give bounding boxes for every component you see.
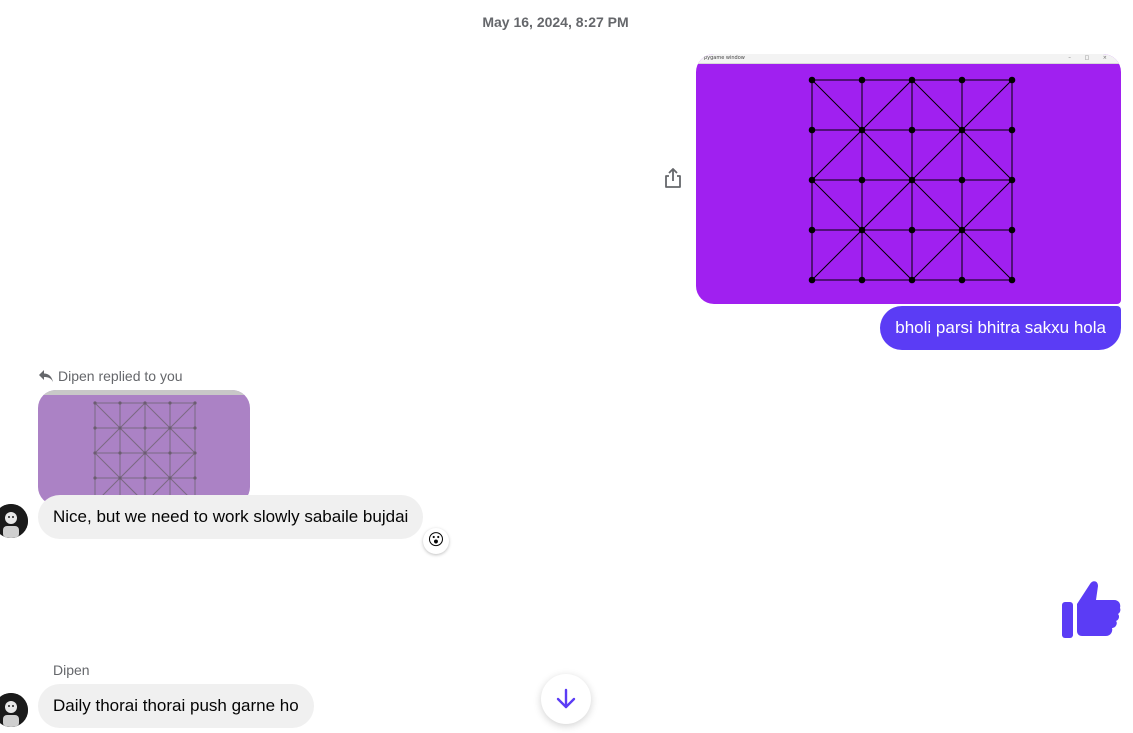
board-diagonal	[911, 129, 963, 181]
arrow-down-icon	[556, 688, 576, 709]
board-diagonal	[911, 79, 963, 131]
board-point	[93, 426, 97, 430]
board-point	[858, 76, 866, 84]
board-point	[908, 126, 916, 134]
board-diagonal	[94, 402, 121, 429]
reply-label-text: Dipen replied to you	[58, 368, 183, 384]
board-point	[193, 451, 197, 455]
board-point	[808, 226, 816, 234]
board-diagonal	[169, 427, 196, 454]
board-point	[143, 451, 147, 455]
board-point	[858, 126, 866, 134]
sent-message-bubble[interactable]: bholi parsi bhitra sakxu hola	[880, 306, 1121, 350]
board-point	[958, 276, 966, 284]
board-point	[808, 76, 816, 84]
reply-arrow-icon	[39, 370, 53, 382]
board-diagonal	[811, 79, 863, 131]
conversation-timestamp: May 16, 2024, 8:27 PM	[482, 14, 629, 30]
scroll-to-bottom-button[interactable]	[541, 674, 591, 724]
board-point	[958, 76, 966, 84]
board-point	[808, 176, 816, 184]
avatar-image	[0, 504, 28, 538]
board-diagonal	[94, 427, 121, 454]
board-point	[93, 451, 97, 455]
board-point	[1008, 76, 1016, 84]
share-icon	[665, 168, 681, 188]
board-point	[1008, 226, 1016, 234]
board-diagonal	[961, 179, 1013, 231]
board-point	[958, 176, 966, 184]
game-board-image	[808, 76, 1016, 284]
board-point	[958, 226, 966, 234]
board-diagonal	[961, 79, 1013, 131]
board-point	[908, 226, 916, 234]
board-diagonal	[119, 452, 146, 479]
share-button[interactable]	[660, 165, 686, 191]
board-diagonal	[144, 402, 171, 429]
board-point	[808, 126, 816, 134]
sender-name: Dipen	[53, 662, 90, 678]
board-point	[143, 401, 147, 405]
board-point	[808, 276, 816, 284]
board-point	[908, 76, 916, 84]
board-point	[93, 401, 97, 405]
preview-board-image	[93, 401, 197, 505]
board-point	[193, 401, 197, 405]
board-diagonal	[861, 229, 913, 281]
board-diagonal	[861, 129, 913, 181]
received-message-bubble[interactable]: Nice, but we need to work slowly sabaile…	[38, 495, 424, 539]
received-message-bubble[interactable]: Daily thorai thorai push garne ho	[38, 684, 314, 728]
board-point	[908, 276, 916, 284]
board-diagonal	[144, 452, 171, 479]
board-point	[118, 451, 122, 455]
image-window-title: pygame window	[704, 55, 745, 61]
board-diagonal	[811, 129, 863, 181]
board-diagonal	[861, 79, 913, 131]
board-diagonal	[961, 129, 1013, 181]
board-diagonal	[911, 179, 963, 231]
board-diagonal	[169, 452, 196, 479]
thumbs-up-icon	[1062, 581, 1121, 638]
board-diagonal	[119, 427, 146, 454]
reply-indicator: Dipen replied to you	[38, 368, 183, 384]
board-point	[143, 476, 147, 480]
board-diagonal	[94, 452, 121, 479]
avatar-image	[0, 693, 28, 727]
board-point	[93, 476, 97, 480]
board-diagonal	[119, 402, 146, 429]
avatar[interactable]	[0, 504, 28, 538]
surprised-emoji-icon: 😮	[427, 532, 445, 549]
board-point	[858, 176, 866, 184]
board-point	[908, 176, 916, 184]
board-point	[1008, 276, 1016, 284]
board-point	[118, 401, 122, 405]
board-point	[118, 426, 122, 430]
board-point	[193, 476, 197, 480]
board-diagonal	[169, 402, 196, 429]
board-point	[958, 126, 966, 134]
board-diagonal	[811, 229, 863, 281]
board-diagonal	[861, 179, 913, 231]
avatar[interactable]	[0, 693, 28, 727]
board-point	[168, 451, 172, 455]
board-point	[193, 426, 197, 430]
board-diagonal	[811, 179, 863, 231]
replied-image-preview[interactable]	[38, 390, 250, 505]
board-point	[858, 226, 866, 234]
sent-image-attachment[interactable]: pygame window – □ ×	[696, 54, 1121, 304]
board-point	[118, 476, 122, 480]
board-point	[168, 426, 172, 430]
reaction-badge[interactable]: 😮	[423, 528, 449, 554]
board-point	[1008, 176, 1016, 184]
board-diagonal	[961, 229, 1013, 281]
board-diagonal	[144, 427, 171, 454]
board-point	[168, 401, 172, 405]
thumbs-up-sticker[interactable]	[1060, 576, 1122, 640]
board-diagonal	[911, 229, 963, 281]
image-window-controls: – □ ×	[1068, 55, 1113, 61]
board-point	[1008, 126, 1016, 134]
board-point	[168, 476, 172, 480]
board-point	[143, 426, 147, 430]
board-point	[858, 276, 866, 284]
